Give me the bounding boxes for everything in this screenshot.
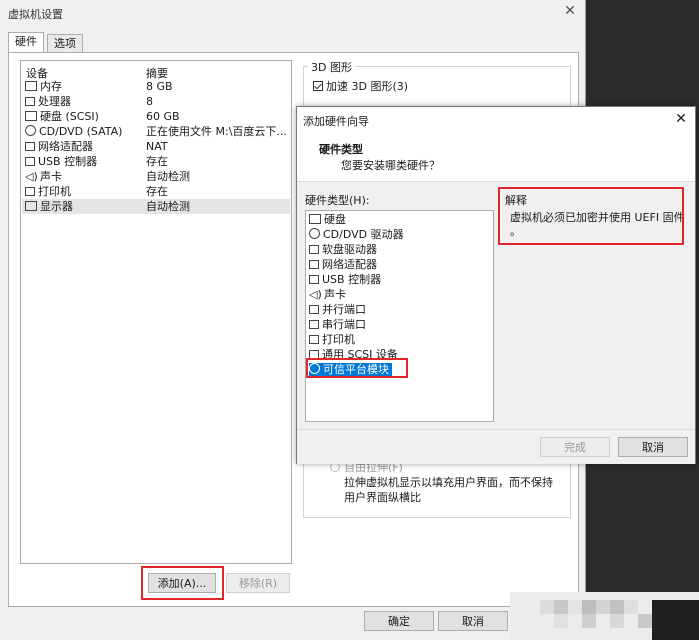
hardware-type-label: 硬件类型(H): <box>305 194 370 207</box>
sound-card-icon: ◁) <box>25 170 38 183</box>
hw-item-network-adapter[interactable]: 网络适配器 <box>309 258 377 272</box>
processor-icon <box>25 97 35 106</box>
device-summary: NAT <box>146 140 168 153</box>
tab-hardware[interactable]: 硬件 <box>8 32 44 53</box>
close-icon[interactable]: ✕ <box>562 3 578 19</box>
wizard-title: 添加硬件向导 <box>303 115 369 128</box>
hard-disk-icon <box>25 111 37 121</box>
device-row-network-adapter[interactable]: 网络适配器 NAT <box>22 139 290 154</box>
add-hardware-wizard-dialog: 添加硬件向导 ✕ 硬件类型 您要安装哪类硬件？ 硬件类型(H): 硬盘 CD/D… <box>296 106 696 464</box>
device-row-printer[interactable]: 打印机 存在 <box>22 184 290 199</box>
hw-item-cd-dvd[interactable]: CD/DVD 驱动器 <box>309 228 404 242</box>
graphics-group-title: 3D 图形 <box>308 59 355 75</box>
device-summary: 存在 <box>146 185 168 198</box>
cancel-button[interactable]: 取消 <box>438 611 508 631</box>
printer-icon <box>309 335 319 344</box>
hw-item-label: 网络适配器 <box>322 258 377 271</box>
hw-item-usb-controller[interactable]: USB 控制器 <box>309 273 381 287</box>
hardware-type-list[interactable]: 硬盘 CD/DVD 驱动器 软盘驱动器 网络适配器 USB 控制器 ◁) 声卡 并… <box>305 210 494 422</box>
usb-icon <box>309 275 319 284</box>
finish-button[interactable]: 完成 <box>540 437 610 457</box>
floppy-icon <box>309 245 319 254</box>
device-row-display[interactable]: 显示器 自动检测 <box>22 199 290 214</box>
hw-item-label: 软盘驱动器 <box>322 243 377 256</box>
close-icon[interactable]: ✕ <box>673 111 689 127</box>
hw-item-printer[interactable]: 打印机 <box>309 333 355 347</box>
hw-item-label: USB 控制器 <box>322 273 382 286</box>
usb-icon <box>25 157 35 166</box>
device-row-hard-disk[interactable]: 硬盘 (SCSI) 60 GB <box>22 109 290 124</box>
window-title: 虚拟机设置 <box>8 8 63 21</box>
hw-item-serial-port[interactable]: 串行端口 <box>309 318 366 332</box>
stretch-description: 拉伸虚拟机显示以填充用户界面，而不保持用户界面纵横比 <box>344 476 553 504</box>
device-row-cd-dvd[interactable]: CD/DVD (SATA) 正在使用文件 M:\百度云下... <box>22 124 290 139</box>
device-summary: 8 GB <box>146 80 173 93</box>
hw-item-label: 串行端口 <box>322 318 366 331</box>
sound-card-icon: ◁) <box>309 288 322 301</box>
device-list[interactable]: 设备 摘要 内存 8 GB 处理器 8 硬盘 (SCSI) 60 GB CD/D… <box>20 60 292 564</box>
device-row-processor[interactable]: 处理器 8 <box>22 94 290 109</box>
device-name: 硬盘 (SCSI) <box>40 110 99 123</box>
checkbox-checked-icon <box>313 81 323 91</box>
device-summary: 存在 <box>146 155 168 168</box>
wizard-header: 硬件类型 您要安装哪类硬件？ <box>297 131 695 182</box>
device-summary: 8 <box>146 95 153 108</box>
cd-dvd-icon <box>309 228 320 239</box>
highlight-box-explanation <box>498 187 684 245</box>
hw-item-label: 声卡 <box>324 288 346 301</box>
device-summary: 自动检测 <box>146 200 190 213</box>
blurred-region <box>510 592 699 640</box>
accelerate-3d-label: 加速 3D 图形(3) <box>326 80 409 93</box>
device-summary: 正在使用文件 M:\百度云下... <box>146 125 287 138</box>
tab-options[interactable]: 选项 <box>47 34 83 53</box>
parallel-port-icon <box>309 305 319 314</box>
wizard-titlebar: 添加硬件向导 ✕ <box>297 107 695 131</box>
device-summary: 60 GB <box>146 110 180 123</box>
serial-port-icon <box>309 320 319 329</box>
printer-icon <box>25 187 35 196</box>
display-icon <box>25 201 37 211</box>
device-name: 显示器 <box>40 200 73 213</box>
wizard-footer: 完成 取消 <box>297 429 695 464</box>
hw-item-parallel-port[interactable]: 并行端口 <box>309 303 366 317</box>
device-summary: 自动检测 <box>146 170 190 183</box>
hw-item-label: 打印机 <box>322 333 355 346</box>
device-name: 网络适配器 <box>38 140 93 153</box>
highlight-box-add <box>141 566 224 600</box>
remove-hardware-button[interactable]: 移除(R) <box>226 573 290 593</box>
ok-button[interactable]: 确定 <box>364 611 434 631</box>
hw-item-sound-card[interactable]: ◁) 声卡 <box>309 288 346 302</box>
hw-item-label: 硬盘 <box>324 213 346 226</box>
network-adapter-icon <box>25 142 35 151</box>
highlight-box-tpm <box>306 358 408 378</box>
memory-icon <box>25 81 37 91</box>
cd-dvd-icon <box>25 125 36 136</box>
device-name: 声卡 <box>40 170 62 183</box>
device-name: 内存 <box>40 80 62 93</box>
device-name: CD/DVD (SATA) <box>39 125 123 138</box>
device-row-usb-controller[interactable]: USB 控制器 存在 <box>22 154 290 169</box>
hw-item-hard-disk[interactable]: 硬盘 <box>309 213 346 227</box>
hw-item-floppy[interactable]: 软盘驱动器 <box>309 243 377 257</box>
device-row-memory[interactable]: 内存 8 GB <box>22 79 290 94</box>
wizard-header-title: 硬件类型 <box>319 143 363 156</box>
wizard-cancel-button[interactable]: 取消 <box>618 437 688 457</box>
hw-item-label: CD/DVD 驱动器 <box>323 228 404 241</box>
hw-item-label: 并行端口 <box>322 303 366 316</box>
device-name: USB 控制器 <box>38 155 98 168</box>
hard-disk-icon <box>309 214 321 224</box>
network-adapter-icon <box>309 260 319 269</box>
device-name: 打印机 <box>38 185 71 198</box>
device-row-sound-card[interactable]: ◁) 声卡 自动检测 <box>22 169 290 184</box>
device-name: 处理器 <box>38 95 71 108</box>
accelerate-3d-checkbox[interactable]: 加速 3D 图形(3) <box>313 78 408 94</box>
wizard-header-subtitle: 您要安装哪类硬件？ <box>341 159 440 172</box>
